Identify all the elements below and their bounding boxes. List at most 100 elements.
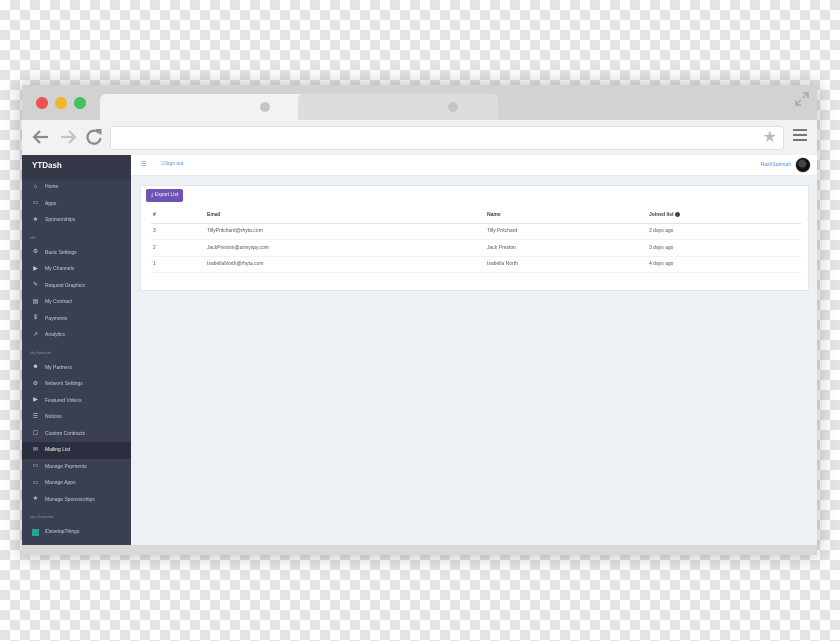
hamburger-menu-icon[interactable] — [793, 129, 807, 143]
header-email[interactable]: Email — [207, 212, 487, 218]
paint-brush-icon: ✎ — [32, 282, 39, 289]
tab-favicon — [448, 102, 458, 112]
sidebar-item-label: Manage Sponsorships — [45, 496, 95, 503]
sidebar-item-label: Manage Apps — [45, 480, 76, 487]
row-index: 3 — [153, 228, 156, 235]
sidebar-item-analytics[interactable]: ↗ Analytics — [22, 327, 131, 344]
table-row[interactable]: 2 JackPreston@armyspy.com Jack Preston 3 da… — [151, 240, 801, 257]
star-icon: ★ — [32, 496, 39, 503]
sidebar: YTDash ⌂ Home ▭ Apps ★ Sponsorships Me ⚙ Basic S… — [22, 155, 131, 545]
mailing-list-panel: ⤓ Export List # Email Name Joined list 3… — [140, 185, 809, 291]
sidebar-item-idevelopthings[interactable]: iDevelopThings — [22, 524, 131, 541]
address-bar[interactable]: ★ — [110, 126, 784, 150]
sidebar-item-manage-sponsorships[interactable]: ★ Manage Sponsorships — [22, 492, 131, 509]
brand-logo[interactable]: YTDash — [22, 155, 131, 179]
sidebar-item-home[interactable]: ⌂ Home — [22, 179, 131, 196]
back-arrow-icon[interactable] — [32, 128, 50, 146]
sidebar-item-label: Manage Payments — [45, 463, 87, 470]
row-email: TillyPritchard@rhyta.com — [207, 228, 263, 235]
sidebar-item-payments[interactable]: $ Payments — [22, 311, 131, 328]
sidebar-section-label: Me — [30, 234, 36, 240]
signout-link[interactable]: ⎋Sign out — [161, 161, 183, 167]
main-content: ☰ ⎋Sign out RashSahmah ⤓ Export List # E… — [131, 155, 817, 545]
row-email: JackPreston@armyspy.com — [207, 244, 269, 251]
sidebar-item-label: Network Settings — [45, 381, 83, 388]
sidebar-item-my-channels[interactable]: ▶ My Channels — [22, 261, 131, 278]
row-name: Tilly Pritchard — [487, 228, 518, 235]
sidebar-item-featured-videos[interactable]: ▶ Featured Videos — [22, 393, 131, 410]
sidebar-item-custom-contracts[interactable]: ▢ Custom Contracts — [22, 426, 131, 443]
sidebar-item-manage-payments[interactable]: ▭ Manage Payments — [22, 459, 131, 476]
cogs-icon: ⚙ — [32, 380, 39, 387]
file-icon: ▤ — [32, 298, 39, 305]
browser-toolbar: ★ — [22, 120, 817, 155]
sidebar-item-label: Home — [45, 184, 59, 191]
sidebar-item-manage-apps[interactable]: ▭ Manage Apps — [22, 475, 131, 492]
credit-card-icon: ▭ — [32, 463, 39, 470]
header-joined[interactable]: Joined list — [649, 212, 799, 218]
sidebar-item-label: Basic Settings — [45, 249, 77, 256]
sidebar-item-label: Apps — [45, 200, 57, 207]
file-icon: ▢ — [32, 430, 39, 437]
sidebar-section-label: My Channels — [30, 514, 54, 519]
row-name: Jack Preston — [487, 244, 516, 251]
header-index[interactable]: # — [151, 212, 207, 218]
maximize-window-button[interactable] — [74, 97, 86, 109]
forward-arrow-icon[interactable] — [59, 128, 77, 146]
bookmark-star-icon[interactable]: ★ — [763, 129, 777, 147]
fullscreen-icon[interactable] — [795, 92, 809, 106]
sidebar-item-mailing-list[interactable]: ✉ Mailing List — [22, 442, 131, 459]
list-icon: ☰ — [32, 413, 39, 420]
mailing-list-table: # Email Name Joined list 3 TillyPritchard… — [151, 207, 801, 273]
area-chart-icon: ↗ — [32, 331, 39, 338]
table-body: 3 TillyPritchard@rhyta.com Tilly Pritchard… — [151, 224, 801, 273]
sidebar-item-request-graphics[interactable]: ✎ Request Graphics — [22, 278, 131, 295]
signout-label: Sign out — [164, 161, 184, 167]
sidebar-item-notices[interactable]: ☰ Notices — [22, 409, 131, 426]
row-joined: 4 days ago — [649, 261, 674, 268]
sidebar-item-label: My Channels — [45, 266, 75, 273]
envelope-icon: ✉ — [32, 446, 39, 453]
avatar[interactable] — [795, 157, 811, 173]
sidebar-item-apps[interactable]: ▭ Apps — [22, 196, 131, 213]
sidebar-item-label: Sponsorships — [45, 217, 76, 224]
laptop-icon: ▭ — [32, 479, 39, 486]
table-row[interactable]: 1 IsabellaNorth@rhyta.com Isabella North 4 … — [151, 257, 801, 273]
sidebar-item-label: Request Graphics — [45, 282, 86, 289]
app-viewport: YTDash ⌂ Home ▭ Apps ★ Sponsorships Me ⚙ Basic S… — [22, 155, 817, 545]
export-list-button[interactable]: ⤓ Export List — [146, 189, 184, 202]
minimize-window-button[interactable] — [55, 97, 67, 109]
sidebar-item-label: Mailing List — [45, 447, 71, 454]
row-name: Isabella North — [487, 261, 518, 268]
row-index: 2 — [153, 244, 156, 251]
header-joined-label: Joined list — [649, 211, 674, 218]
browser-tab-inactive[interactable] — [298, 94, 498, 120]
channel-avatar — [32, 528, 39, 536]
sidebar-item-label: Analytics — [45, 332, 66, 339]
star-icon: ★ — [32, 216, 39, 223]
youtube-icon: ▶ — [33, 265, 38, 272]
browser-tab-active[interactable] — [100, 94, 305, 120]
sidebar-item-my-contract[interactable]: ▤ My Contract — [22, 294, 131, 311]
close-window-button[interactable] — [36, 97, 48, 109]
sidebar-item-label: Notices — [45, 414, 62, 421]
laptop-icon: ▭ — [32, 200, 39, 207]
row-index: 1 — [153, 261, 156, 268]
sidebar-item-basic-settings[interactable]: ⚙ Basic Settings — [22, 245, 131, 262]
reload-icon[interactable] — [85, 128, 103, 146]
sidebar-toggle-icon[interactable]: ☰ — [141, 161, 146, 168]
sidebar-item-my-partners[interactable]: ☻ My Partners — [22, 360, 131, 377]
table-row[interactable]: 3 TillyPritchard@rhyta.com Tilly Pritchard… — [151, 224, 801, 240]
sidebar-item-label: Payments — [45, 315, 68, 322]
export-label: Export List — [154, 192, 179, 198]
home-icon: ⌂ — [33, 183, 38, 190]
tab-favicon — [260, 102, 270, 112]
row-joined: 2 days ago — [649, 228, 674, 235]
dollar-icon: $ — [33, 315, 38, 322]
sidebar-item-network-settings[interactable]: ⚙ Network Settings — [22, 376, 131, 393]
video-camera-icon: ▶ — [33, 397, 38, 404]
sidebar-section-label: My Network — [30, 349, 52, 355]
username-link[interactable]: RashSahmah — [761, 162, 791, 168]
header-name[interactable]: Name — [487, 212, 649, 218]
sidebar-item-sponsorships[interactable]: ★ Sponsorships — [22, 212, 131, 229]
